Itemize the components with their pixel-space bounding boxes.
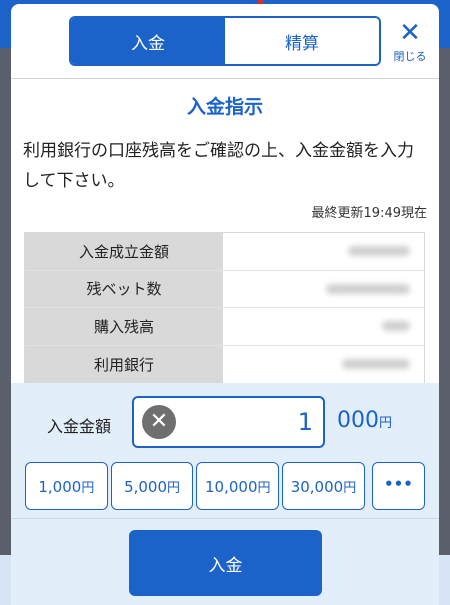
info-row-purchase-balance: 購入残高 xyxy=(25,308,424,346)
amount-suffix-number: 000 xyxy=(337,408,379,433)
page-title: 入金指示 xyxy=(186,96,263,118)
amount-panel: 入金金額 ✕ 000円 1,000円 5,000円 10,000円 30,000… xyxy=(11,383,439,605)
preset-number: 10,000 xyxy=(205,478,258,496)
info-value-blurred xyxy=(225,345,424,383)
info-value-blurred xyxy=(225,270,424,307)
tab-bar: 入金 精算 xyxy=(69,16,381,66)
amount-suffix-unit: 円 xyxy=(379,416,393,431)
preset-unit: 円 xyxy=(257,481,271,496)
preset-10000-button[interactable]: 10,000 円 xyxy=(196,462,280,510)
info-label: 購入残高 xyxy=(25,308,225,345)
preset-buttons: 1,000 円 5,000 円 10,000 円 30,000 円 ••• xyxy=(25,462,425,510)
info-label: 入金成立金額 xyxy=(25,233,225,270)
close-button[interactable]: ✕ 閉じる xyxy=(389,20,431,68)
info-value-blurred xyxy=(225,308,424,345)
clear-icon[interactable]: ✕ xyxy=(142,405,176,439)
info-row-bank: 利用銀行 xyxy=(25,345,424,383)
info-label: 残ベット数 xyxy=(25,270,225,307)
preset-number: 1,000 xyxy=(38,478,82,496)
close-label: 閉じる xyxy=(393,50,427,63)
instruction-text: 利用銀行の口座残高をご確認の上、入金金額を入力して下さい。 xyxy=(23,141,414,191)
deposit-modal: 入金 精算 ✕ 閉じる 入金指示 利用銀行の口座残高をご確認の上、入金金額を入力… xyxy=(11,4,439,605)
more-options-button[interactable]: ••• xyxy=(371,462,425,510)
preset-unit: 円 xyxy=(343,481,357,496)
preset-unit: 円 xyxy=(81,481,95,496)
amount-field: ✕ xyxy=(132,396,325,448)
last-updated: 最終更新19:49現在 xyxy=(311,206,427,221)
amount-label: 入金金額 xyxy=(47,417,112,436)
preset-number: 30,000 xyxy=(290,478,344,496)
amount-input[interactable] xyxy=(183,398,313,446)
account-info-table: 入金成立金額 残ベット数 購入残高 利用銀行 xyxy=(24,232,425,384)
header-divider xyxy=(11,78,439,79)
info-row-remaining-bets: 残ベット数 xyxy=(25,270,424,308)
info-label: 利用銀行 xyxy=(25,345,225,383)
preset-30000-button[interactable]: 30,000 円 xyxy=(282,462,365,510)
amount-suffix: 000円 xyxy=(337,408,392,433)
preset-5000-button[interactable]: 5,000 円 xyxy=(110,462,194,510)
close-icon: ✕ xyxy=(399,18,421,48)
preset-1000-button[interactable]: 1,000 円 xyxy=(25,462,108,510)
tab-settlement[interactable]: 精算 xyxy=(225,18,379,64)
panel-divider xyxy=(11,518,439,519)
deposit-submit-button[interactable]: 入金 xyxy=(129,530,322,596)
preset-number: 5,000 xyxy=(124,478,168,496)
info-value-blurred xyxy=(225,233,424,270)
preset-unit: 円 xyxy=(167,481,181,496)
info-row-deposit-settled: 入金成立金額 xyxy=(25,233,424,271)
modal-header: 入金 精算 ✕ 閉じる xyxy=(11,4,439,76)
tab-deposit[interactable]: 入金 xyxy=(71,18,225,64)
